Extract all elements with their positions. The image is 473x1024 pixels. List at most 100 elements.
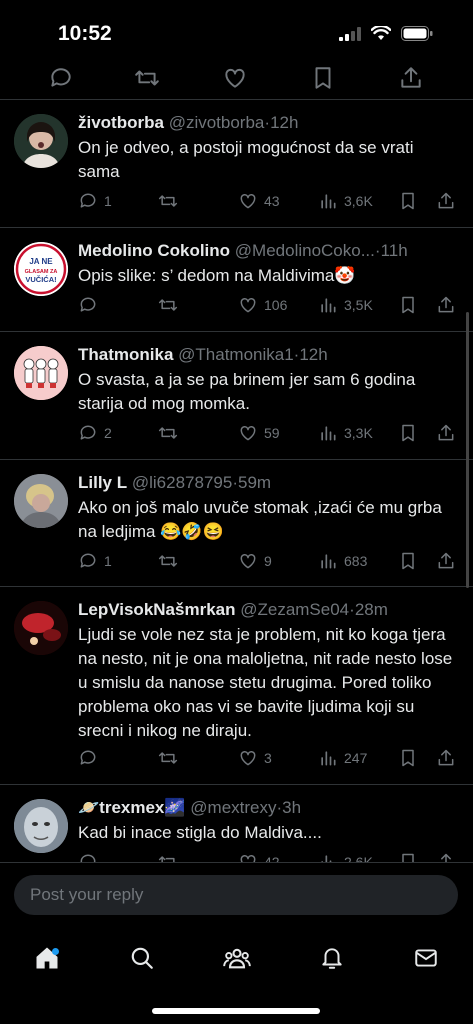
views-icon	[321, 855, 332, 862]
like-count: 106	[264, 297, 288, 313]
author-handle[interactable]: @zivotborba	[169, 113, 265, 132]
repost-button[interactable]	[158, 423, 178, 443]
tab-communities[interactable]	[217, 938, 257, 978]
reply-tweet[interactable]: Lilly L @li62878795·59m Ako on još malo …	[0, 460, 473, 587]
tab-messages[interactable]	[406, 938, 446, 978]
reply-button[interactable]	[78, 295, 104, 315]
replies-feed[interactable]: životborba @zivotborba·12h On je odveo, …	[0, 100, 473, 862]
views-button[interactable]: 2,6K	[318, 852, 373, 862]
tab-home[interactable]	[27, 938, 67, 978]
author-name[interactable]: Lilly L	[78, 473, 127, 492]
tweet-text: Ljudi se vole nez sta je problem, nit ko…	[78, 625, 453, 740]
author-name[interactable]: životborba	[78, 113, 164, 132]
tab-search[interactable]	[122, 938, 162, 978]
avatar[interactable]	[14, 474, 68, 528]
author-name[interactable]: Thatmonika	[78, 345, 173, 364]
author-handle[interactable]: @mextrexy	[190, 798, 276, 817]
author-name[interactable]: Medolino Cokolino	[78, 241, 230, 260]
repost-button[interactable]	[158, 295, 178, 315]
reply-tweet[interactable]: JA NE GLASAM ZA VUČIĆA! Medolino Cokolino …	[0, 228, 473, 332]
avatar[interactable]	[14, 799, 68, 853]
views-button[interactable]: 3,6K	[318, 191, 373, 211]
share-button[interactable]	[436, 852, 456, 862]
tweet-actions: 3 247	[78, 748, 459, 770]
share-button[interactable]	[436, 551, 456, 571]
views-icon	[321, 751, 336, 766]
share-icon[interactable]	[398, 65, 424, 91]
like-button[interactable]: 3	[238, 748, 272, 768]
tweet-text: Kad bi inace stigla do Maldiva....	[78, 823, 322, 842]
avatar[interactable]	[14, 114, 68, 168]
author-name[interactable]: 🪐trexmex🌌	[78, 798, 186, 817]
bookmark-button[interactable]	[398, 295, 418, 315]
reply-icon	[80, 193, 96, 208]
tweet-actions: 106 3,5K	[78, 295, 459, 317]
tweet-body: Thatmonika @Thatmonika1·12h O svasta, a …	[78, 344, 459, 416]
tweet-body: životborba @zivotborba·12h On je odveo, …	[78, 112, 459, 184]
reply-icon	[80, 854, 96, 862]
like-button[interactable]: 43	[238, 191, 280, 211]
like-button[interactable]: 9	[238, 551, 272, 571]
reply-input[interactable]	[14, 875, 458, 915]
reply-icon	[80, 297, 96, 312]
bookmark-button[interactable]	[398, 423, 418, 443]
reply-button[interactable]: 1	[78, 191, 112, 211]
home-indicator[interactable]	[152, 1008, 320, 1014]
bookmark-button[interactable]	[398, 191, 418, 211]
scrollbar-thumb[interactable]	[466, 312, 469, 588]
bookmark-button[interactable]	[398, 852, 418, 862]
bookmark-icon[interactable]	[310, 65, 336, 91]
avatar[interactable]	[14, 346, 68, 400]
like-icon	[240, 854, 256, 862]
views-button[interactable]: 683	[318, 551, 367, 571]
reply-button[interactable]: 2	[78, 423, 112, 443]
parent-tweet-actions	[0, 60, 473, 100]
like-button[interactable]: 59	[238, 423, 280, 443]
reply-tweet[interactable]: životborba @zivotborba·12h On je odveo, …	[0, 100, 473, 228]
like-button[interactable]: 42	[238, 852, 280, 862]
author-handle[interactable]: @ZezamSe04	[240, 600, 349, 619]
like-count: 9	[264, 553, 272, 569]
battery-icon	[401, 26, 433, 41]
reply-tweet[interactable]: LepVisokNašmrkan @ZezamSe04·28m Ljudi se…	[0, 587, 473, 785]
avatar-badge-text: VUČIĆA!	[25, 275, 56, 284]
view-count: 247	[344, 750, 368, 766]
share-button[interactable]	[436, 295, 456, 315]
reply-bar	[0, 862, 473, 924]
author-name[interactable]: LepVisokNašmrkan	[78, 600, 235, 619]
repost-button[interactable]	[158, 748, 178, 768]
like-button[interactable]: 106	[238, 295, 287, 315]
reply-button[interactable]	[78, 852, 104, 862]
share-button[interactable]	[436, 748, 456, 768]
reply-tweet[interactable]: Thatmonika @Thatmonika1·12h O svasta, a …	[0, 332, 473, 460]
signal-icon	[339, 26, 361, 41]
repost-button[interactable]	[158, 551, 178, 571]
bookmark-icon	[402, 424, 414, 442]
avatar[interactable]	[14, 601, 68, 655]
reply-button[interactable]	[78, 748, 104, 768]
bookmark-button[interactable]	[398, 551, 418, 571]
author-handle[interactable]: @Thatmonika1	[178, 345, 294, 364]
like-icon[interactable]	[222, 65, 248, 91]
view-count: 3,6K	[344, 193, 373, 209]
like-icon	[240, 297, 256, 313]
avatar[interactable]: JA NE GLASAM ZA VUČIĆA!	[14, 242, 68, 296]
views-button[interactable]: 3,5K	[318, 295, 373, 315]
bookmark-button[interactable]	[398, 748, 418, 768]
reply-tweet[interactable]: 🪐trexmex🌌 @mextrexy·3h Kad bi inace stig…	[0, 785, 473, 862]
reply-icon[interactable]	[48, 65, 74, 91]
search-icon	[131, 947, 153, 969]
reply-button[interactable]: 1	[78, 551, 112, 571]
tab-notifications[interactable]	[312, 938, 352, 978]
tweet-actions: 42 2,6K	[78, 852, 459, 862]
share-button[interactable]	[436, 191, 456, 211]
share-icon	[438, 749, 454, 766]
repost-button[interactable]	[158, 191, 178, 211]
author-handle[interactable]: @li62878795	[132, 473, 232, 492]
repost-button[interactable]	[158, 852, 178, 862]
repost-icon[interactable]	[134, 65, 160, 91]
author-handle[interactable]: @MedolinoCoko...	[235, 241, 375, 260]
share-button[interactable]	[436, 423, 456, 443]
views-button[interactable]: 3,3K	[318, 423, 373, 443]
views-button[interactable]: 247	[318, 748, 367, 768]
